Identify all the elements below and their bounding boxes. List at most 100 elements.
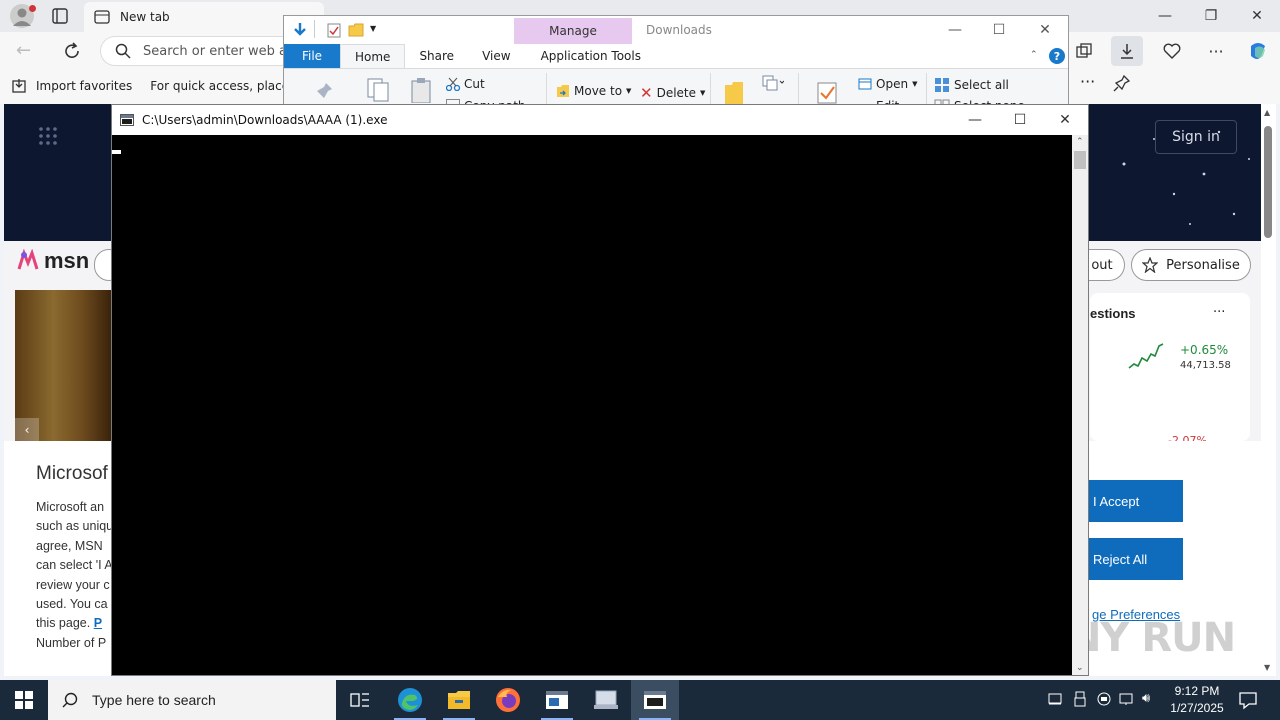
scroll-up-icon[interactable]: ⌃	[1076, 137, 1084, 147]
explorer-title: Downloads	[646, 23, 712, 37]
consent-line: can select 'I A	[36, 558, 113, 573]
tray-volume-icon[interactable]: 🔊︎	[1142, 691, 1150, 706]
consent-line: agree, MSN	[36, 538, 103, 553]
back-icon[interactable]: ←	[16, 40, 31, 61]
explorer-close-button[interactable]: ✕	[1022, 16, 1068, 44]
heart-pulse-icon[interactable]	[1156, 36, 1188, 66]
clock-date: 1/27/2025	[1170, 701, 1224, 715]
taskbar-search-box[interactable]: Type here to search	[48, 680, 336, 720]
suggestions-header: estions	[1090, 306, 1136, 321]
console-maximize-button[interactable]: ☐	[997, 105, 1043, 135]
tab-application-tools[interactable]: Application Tools	[527, 44, 655, 68]
cut-button[interactable]: Cut	[446, 77, 485, 91]
console-taskbar-icon[interactable]	[631, 680, 679, 720]
download-arrow-icon[interactable]	[292, 22, 308, 38]
taskbar-clock[interactable]: 9:12 PM 1/27/2025	[1166, 683, 1228, 717]
consent-line: Microsoft an	[36, 500, 105, 514]
panel-more-icon[interactable]: ···	[1213, 305, 1225, 320]
privacy-link[interactable]: P	[94, 616, 102, 630]
refresh-icon[interactable]	[62, 41, 82, 61]
consent-line: this page. P	[36, 614, 114, 633]
open-button[interactable]: Open ▼	[858, 77, 917, 91]
scroll-up-icon[interactable]: ▲	[1264, 108, 1270, 117]
reject-all-button[interactable]: Reject All	[1087, 538, 1183, 580]
collapse-ribbon-icon[interactable]: ⌃	[1030, 50, 1038, 60]
move-to-button[interactable]: Move to ▼	[556, 84, 631, 98]
more-options-icon[interactable]: ···	[1080, 72, 1095, 91]
properties-large-icon[interactable]	[816, 81, 838, 105]
start-button[interactable]	[0, 680, 48, 720]
select-all-label: Select all	[954, 78, 1009, 92]
select-all-button[interactable]: Select all	[934, 77, 1009, 93]
explorer-window: ▼ Manage Downloads — ☐ ✕ File Home Share…	[283, 15, 1069, 111]
msn-logo[interactable]: msn	[16, 248, 89, 274]
console-minimize-button[interactable]: —	[952, 105, 998, 135]
paste-icon[interactable]	[410, 77, 432, 103]
apps-grid-icon[interactable]	[38, 126, 58, 146]
copy-icon[interactable]	[366, 77, 390, 103]
tab-file[interactable]: File	[284, 44, 340, 68]
console-scrollbar[interactable]: ⌃ ⌄	[1072, 135, 1088, 675]
tab-share[interactable]: Share	[405, 44, 468, 68]
new-item-icon[interactable]	[762, 75, 784, 91]
help-icon[interactable]: ?	[1049, 48, 1065, 64]
tray-tablet-icon[interactable]	[1048, 692, 1062, 706]
page-icon	[94, 9, 110, 25]
tab-actions-icon[interactable]	[50, 6, 70, 26]
manage-context-tab[interactable]: Manage	[514, 18, 632, 44]
personalise-button[interactable]: Personalise	[1131, 249, 1251, 281]
search-icon	[115, 43, 131, 59]
network-app-taskbar-icon[interactable]	[582, 680, 630, 720]
page-scroll-thumb[interactable]	[1264, 126, 1272, 238]
sign-in-button[interactable]: Sign in	[1155, 120, 1237, 154]
copilot-icon[interactable]	[1242, 36, 1274, 66]
properties-icon[interactable]	[326, 22, 342, 38]
delete-button[interactable]: ✕ Delete ▼	[640, 84, 705, 102]
browser-minimize-button[interactable]: —	[1142, 0, 1188, 32]
tab-label: New tab	[120, 10, 170, 24]
scroll-down-icon[interactable]: ⌄	[1076, 663, 1084, 673]
delete-label: Delete	[656, 86, 697, 100]
search-icon	[62, 692, 78, 708]
address-bar[interactable]: Search or enter web a	[100, 36, 300, 66]
downloads-icon[interactable]	[1111, 36, 1143, 66]
console-close-button[interactable]: ✕	[1042, 105, 1088, 135]
browser-close-button[interactable]: ✕	[1234, 0, 1280, 32]
consent-title: Microsof	[36, 463, 108, 484]
pin-quick-access-icon[interactable]	[314, 81, 334, 101]
notification-center-icon[interactable]	[1238, 690, 1258, 710]
new-folder-icon[interactable]	[348, 22, 364, 38]
select-all-icon	[934, 77, 950, 93]
personalise-label: Personalise	[1166, 257, 1240, 273]
qat-dropdown-icon[interactable]: ▼	[370, 24, 376, 33]
accept-button[interactable]: I Accept	[1087, 480, 1183, 522]
explorer-minimize-button[interactable]: —	[932, 16, 978, 44]
scroll-down-icon[interactable]: ▼	[1264, 663, 1270, 672]
carousel-prev-icon[interactable]: ‹	[15, 418, 39, 442]
settings-more-icon[interactable]: ···	[1200, 36, 1232, 66]
open-icon	[858, 78, 872, 90]
profile-alert-badge	[29, 5, 36, 12]
file-explorer-taskbar-icon[interactable]	[435, 680, 483, 720]
pin-icon[interactable]	[1113, 74, 1131, 92]
console-output[interactable]	[112, 135, 1072, 675]
tray-network-icon[interactable]	[1119, 692, 1135, 706]
task-view-icon[interactable]	[336, 680, 384, 720]
browser-restore-button[interactable]: ❐	[1188, 0, 1234, 32]
console-window: C:\Users\admin\Downloads\AAAA (1).exe — …	[111, 104, 1089, 676]
firefox-taskbar-icon[interactable]	[484, 680, 532, 720]
stock-value: 44,713.58	[1180, 360, 1231, 371]
app-window-taskbar-icon[interactable]	[533, 680, 581, 720]
console-scroll-thumb[interactable]	[1074, 151, 1086, 169]
new-folder-large-icon[interactable]	[724, 79, 744, 105]
page-scrollbar[interactable]: ▲ ▼	[1261, 104, 1276, 676]
edge-taskbar-icon[interactable]	[386, 680, 434, 720]
import-favorites-link[interactable]: Import favorites	[36, 79, 132, 93]
scissors-icon	[446, 77, 460, 91]
tray-meet-icon[interactable]	[1096, 691, 1112, 707]
tray-usb-icon[interactable]	[1073, 691, 1087, 707]
tab-home[interactable]: Home	[340, 44, 406, 68]
collections-icon[interactable]	[1068, 36, 1100, 66]
tab-view[interactable]: View	[468, 44, 524, 68]
explorer-maximize-button[interactable]: ☐	[976, 16, 1022, 44]
